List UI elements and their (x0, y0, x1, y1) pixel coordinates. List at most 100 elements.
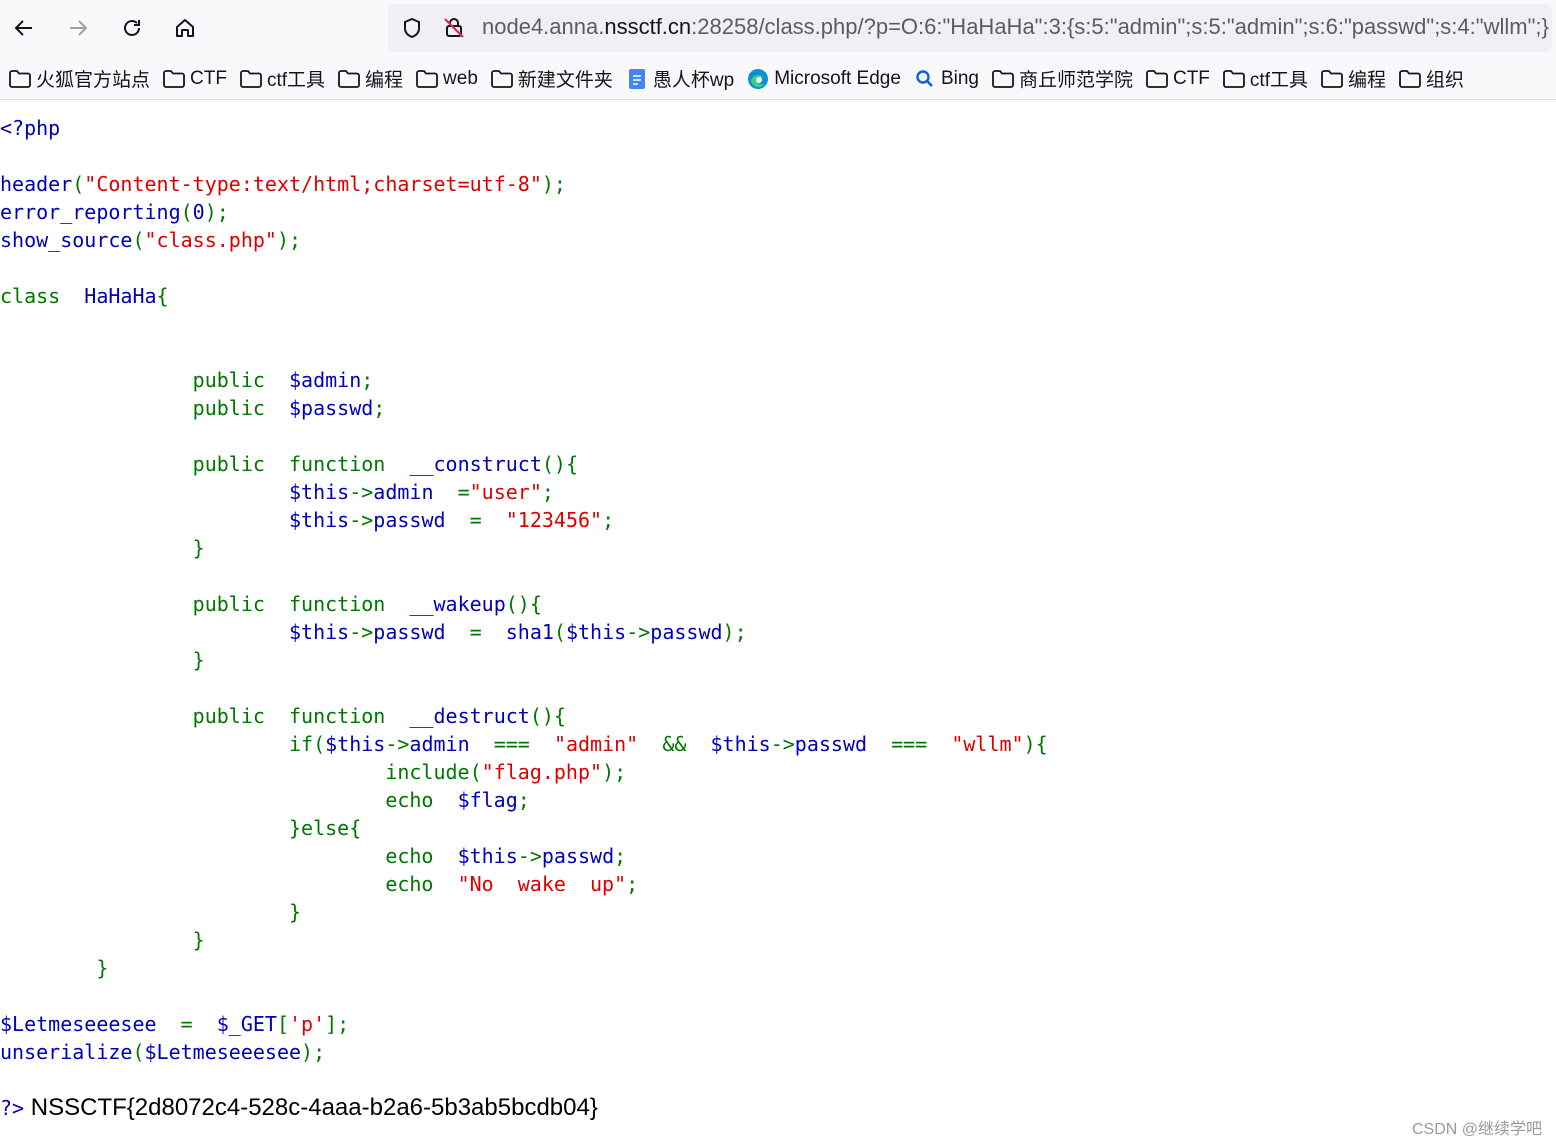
code-token: } (0, 928, 205, 952)
folder-icon (337, 68, 361, 90)
code-token: passwd (541, 844, 615, 868)
code-token: = (457, 480, 470, 504)
php-close-tag: ?> (0, 1096, 25, 1120)
code-token: ]; (325, 1012, 350, 1036)
code-token: } (0, 536, 205, 560)
bookmark-label: 编程 (1347, 70, 1386, 91)
flag-output: NSSCTF{2d8072c4-528c-4aaa-b2a6-5b3ab5bcd… (24, 1094, 598, 1121)
code-token: = (180, 1012, 217, 1036)
bookmark-item[interactable]: 火狐官方站点 (6, 63, 156, 95)
code-line: class HaHaHa{ (0, 282, 1048, 310)
code-token: <?php (0, 116, 61, 140)
address-bar[interactable]: node4.anna.nssctf.cn:28258/class.php/?p=… (388, 4, 1552, 52)
bookmark-label: CTF (190, 67, 227, 89)
bookmark-item[interactable]: ctf工具 (1220, 63, 1314, 95)
code-token: $this (288, 480, 350, 504)
code-token: $_GET (216, 1012, 277, 1036)
code-token: $this (457, 844, 518, 868)
insecure-lock-icon[interactable] (442, 16, 466, 40)
code-token: ; (361, 368, 374, 392)
code-token: passwd (794, 732, 892, 756)
bookmark-item[interactable]: CTF (1143, 63, 1216, 95)
code-token: 'p' (289, 1012, 326, 1036)
code-line: echo "No wake up"; (0, 870, 1048, 898)
home-button[interactable] (167, 10, 203, 46)
code-token: admin (409, 732, 494, 756)
code-token: (){ (505, 592, 542, 616)
document-icon (625, 68, 649, 90)
code-token: -> (349, 620, 374, 644)
search-icon (913, 68, 937, 90)
code-token: ; (373, 396, 386, 420)
folder-icon (1320, 68, 1344, 90)
code-line: echo $this->passwd; (0, 842, 1048, 870)
bookmark-item[interactable]: 新建文件夹 (488, 63, 619, 95)
bookmark-label: 编程 (365, 70, 404, 91)
bookmark-item[interactable]: 组织 (1396, 63, 1470, 95)
code-token: class (0, 284, 85, 308)
bookmark-item[interactable]: 商丘师范学院 (989, 63, 1139, 95)
code-token: sha1 (505, 620, 554, 644)
code-line: error_reporting(0); (0, 198, 1048, 226)
code-token: ; (614, 844, 627, 868)
code-token: "user" (469, 480, 542, 504)
code-token: ( (72, 172, 85, 196)
bookmark-item[interactable]: 愚人杯wp (623, 63, 740, 95)
folder-icon (1145, 68, 1169, 90)
code-token: ){ (1023, 732, 1048, 756)
home-icon (176, 19, 194, 37)
url-path: :28258/class.php/?p=O:6:"HaHaHa":3:{s:5:… (691, 14, 1549, 39)
bookmark-item[interactable]: Microsoft Edge (744, 63, 907, 95)
code-token: $this (710, 732, 771, 756)
code-token: ); (204, 200, 229, 224)
code-line: } (0, 534, 1048, 562)
bookmark-item[interactable]: CTF (160, 63, 233, 95)
url-text[interactable]: node4.anna.nssctf.cn:28258/class.php/?p=… (482, 14, 1549, 40)
code-token: 0 (192, 200, 205, 224)
back-button[interactable] (6, 10, 42, 46)
code-token: public (0, 396, 289, 420)
code-line: $this->passwd = "123456"; (0, 506, 1048, 534)
bookmark-item[interactable]: web (413, 63, 484, 95)
code-token: -> (517, 844, 542, 868)
shield-icon[interactable] (400, 16, 424, 40)
bookmark-item[interactable]: 编程 (1318, 63, 1392, 95)
code-token: -> (349, 508, 374, 532)
bookmark-label: 新建文件夹 (517, 70, 613, 91)
code-token: -> (349, 480, 374, 504)
code-token: $this (325, 732, 386, 756)
browser-toolbar: node4.anna.nssctf.cn:28258/class.php/?p=… (0, 0, 1556, 58)
code-token: = (469, 508, 506, 532)
code-line: $this->admin ="user"; (0, 478, 1048, 506)
code-token: public function (0, 704, 410, 728)
bookmark-label: Microsoft Edge (774, 67, 901, 89)
code-token: ; (602, 508, 615, 532)
code-token: = (469, 620, 506, 644)
forward-button[interactable] (60, 10, 96, 46)
bookmark-item[interactable]: ctf工具 (237, 63, 331, 95)
edge-icon (746, 68, 770, 90)
code-line: header("Content-type:text/html;charset=u… (0, 170, 1048, 198)
code-token: public (0, 368, 289, 392)
folder-icon (8, 68, 32, 90)
code-line: if($this->admin === "admin" && $this->pa… (0, 730, 1048, 758)
code-token: ; (541, 480, 554, 504)
code-line: include("flag.php"); (0, 758, 1048, 786)
code-token: __wakeup (409, 592, 506, 616)
code-token: $this (288, 620, 350, 644)
bookmark-item[interactable]: 编程 (335, 63, 409, 95)
code-token: $Letmeseeesee (144, 1040, 302, 1064)
code-token: } (0, 956, 109, 980)
bookmark-item[interactable]: Bing (911, 63, 985, 95)
code-token: public function (0, 452, 410, 476)
code-token: }else{ (0, 816, 362, 840)
reload-button[interactable] (114, 10, 150, 46)
code-token: passwd (650, 620, 723, 644)
